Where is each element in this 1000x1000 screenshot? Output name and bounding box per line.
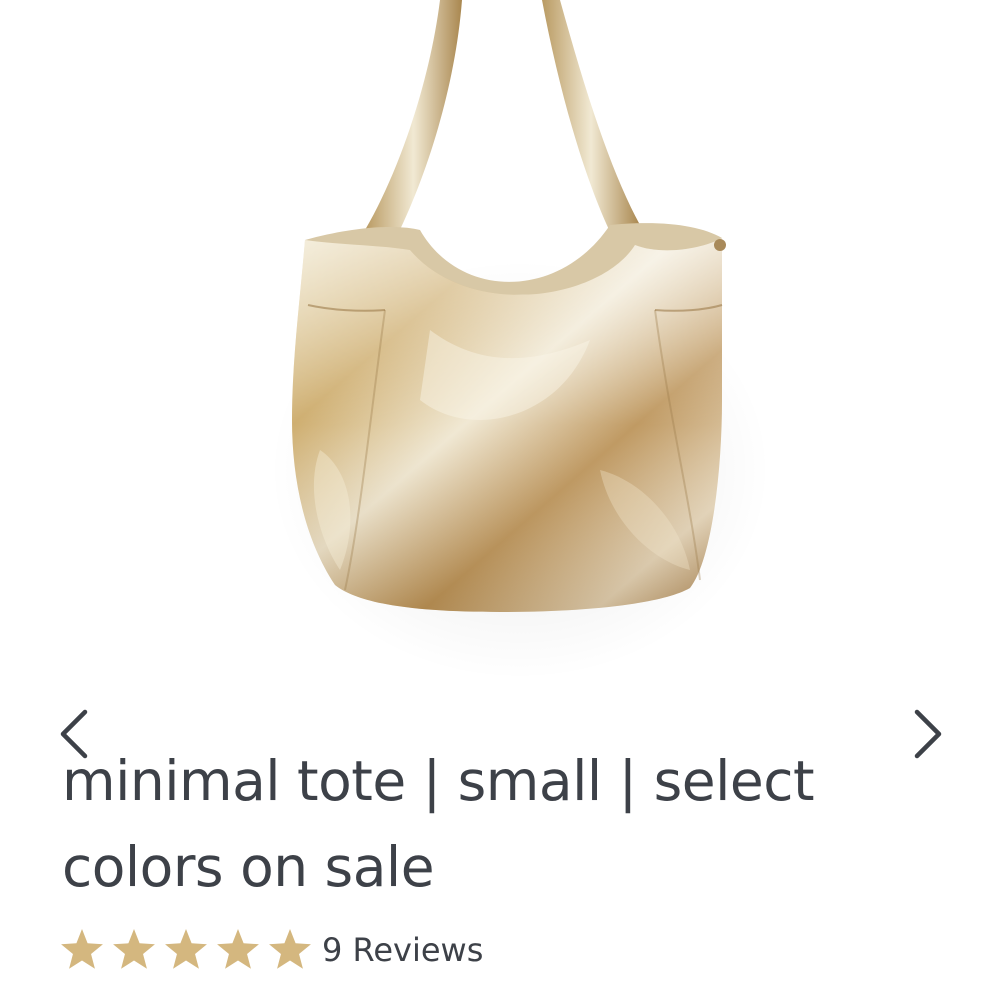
star-icon: [61, 929, 103, 969]
gallery-next-button[interactable]: [906, 706, 950, 762]
star-icon: [269, 929, 311, 969]
product-title: minimal tote | small | select colors on …: [62, 749, 815, 899]
product-image[interactable]: [0, 0, 1000, 690]
star-icon: [217, 929, 259, 969]
rating-row[interactable]: 9 Reviews: [60, 922, 483, 978]
tote-bag-illustration: [270, 0, 770, 680]
star-rating: [60, 928, 320, 972]
star-icon: [165, 929, 207, 969]
star-icon: [113, 929, 155, 969]
reviews-link[interactable]: 9 Reviews: [322, 931, 483, 969]
chevron-right-icon: [914, 709, 942, 759]
